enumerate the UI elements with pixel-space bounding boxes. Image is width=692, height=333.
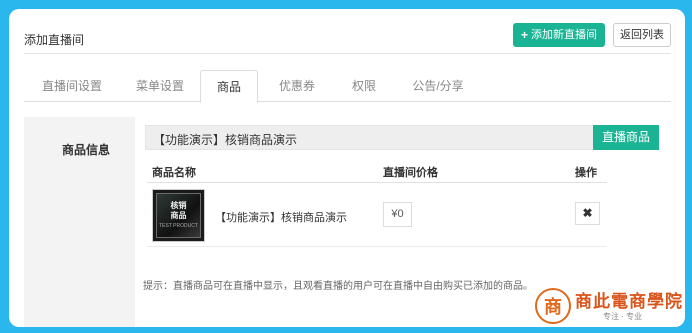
goods-table-header: 商品名称 直播间价格 操作 xyxy=(147,161,607,183)
live-price-input[interactable]: ¥0 xyxy=(383,202,412,227)
delete-goods-button[interactable]: ✖ xyxy=(575,202,600,225)
selected-goods-field[interactable]: 【功能演示】核销商品演示 直播商品 xyxy=(145,125,659,150)
page-header: 添加直播间 + 添加新直播间 返回列表 xyxy=(24,22,671,54)
column-header-action: 操作 xyxy=(575,167,597,179)
tab-bar: 直播间设置 菜单设置 商品 优惠券 权限 公告/分享 xyxy=(24,70,671,103)
watermark-text: 商此電商學院 xyxy=(575,292,683,312)
add-live-room-label: 添加新直播间 xyxy=(531,29,597,41)
tab-menu-settings[interactable]: 菜单设置 xyxy=(122,70,198,102)
thumb-text-line1: 核销 xyxy=(170,200,187,210)
goods-thumbnail-image: 核销 商品 TEST PRODUCT xyxy=(156,193,201,238)
tab-notice-share[interactable]: 公告/分享 xyxy=(400,70,476,102)
live-goods-button[interactable]: 直播商品 xyxy=(593,125,659,150)
table-row: 核销 商品 TEST PRODUCT 【功能演示】核销商品演示 ¥0 ✖ xyxy=(147,183,607,247)
back-to-list-button[interactable]: 返回列表 xyxy=(613,23,671,47)
hint-text: 提示：直播商品可在直播中显示，且观看直播的用户可在直播中自由购买已添加的商品。 xyxy=(143,281,533,292)
goods-name: 【功能演示】核销商品演示 xyxy=(215,212,347,224)
tab-live-room-settings[interactable]: 直播间设置 xyxy=(28,70,116,102)
thumb-text-line3: TEST PRODUCT xyxy=(159,222,198,229)
goods-thumbnail: 核销 商品 TEST PRODUCT xyxy=(152,189,205,242)
page-title: 添加直播间 xyxy=(24,33,85,47)
tab-goods[interactable]: 商品 xyxy=(200,70,258,103)
watermark-logo-icon: 商 xyxy=(535,288,571,324)
column-header-goods-name: 商品名称 xyxy=(152,167,196,179)
thumb-text-line2: 商品 xyxy=(170,210,187,220)
add-live-room-button[interactable]: + 添加新直播间 xyxy=(512,23,605,47)
watermark: 商 商此電商學院 专注 · 专业 xyxy=(535,287,685,327)
close-icon: ✖ xyxy=(582,206,593,220)
tab-permissions[interactable]: 权限 xyxy=(336,70,392,102)
plus-icon: + xyxy=(520,28,528,42)
goods-info-label: 商品信息 xyxy=(62,143,111,157)
selected-goods-text: 【功能演示】核销商品演示 xyxy=(153,133,298,147)
tab-coupons[interactable]: 优惠券 xyxy=(262,70,332,102)
main-panel: 添加直播间 + 添加新直播间 返回列表 直播间设置 菜单设置 商品 优惠券 权限… xyxy=(9,9,685,327)
watermark-slogan: 专注 · 专业 xyxy=(603,312,643,321)
goods-table: 商品名称 直播间价格 操作 核销 商品 TEST PRODUCT 【功能演示】核… xyxy=(147,161,607,247)
column-header-live-price: 直播间价格 xyxy=(383,167,438,179)
